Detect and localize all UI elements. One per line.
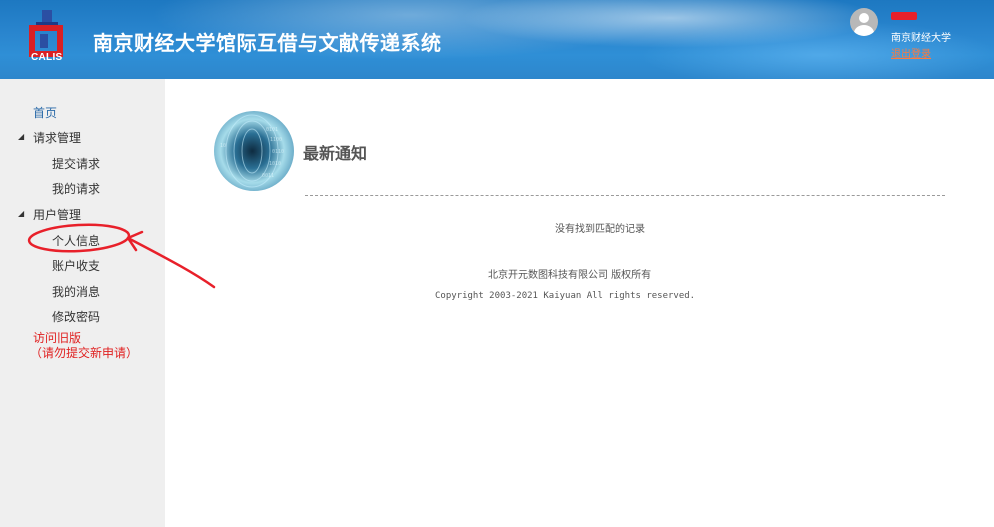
sidebar-item-my-messages[interactable]: 我的消息	[52, 283, 100, 300]
header-banner: CALIS 南京财经大学馆际互借与文献传递系统 南京财经大学 退出登录	[0, 0, 994, 79]
app-title: 南京财经大学馆际互借与文献传递系统	[93, 31, 442, 55]
svg-text:1010: 1010	[269, 161, 281, 167]
sidebar	[0, 79, 165, 527]
sidebar-item-account-balance[interactable]: 账户收支	[52, 257, 100, 274]
sidebar-section-request-management[interactable]: 请求管理	[33, 129, 81, 146]
logout-link[interactable]: 退出登录	[891, 45, 931, 60]
footer-company: 北京开元数图科技有限公司 版权所有	[488, 270, 652, 281]
sidebar-item-my-requests[interactable]: 我的请求	[52, 180, 100, 197]
notice-title: 最新通知	[303, 144, 368, 163]
svg-text:1100: 1100	[270, 137, 282, 143]
sidebar-item-change-password[interactable]: 修改密码	[52, 308, 100, 325]
svg-text:0110: 0110	[272, 149, 284, 155]
user-organization: 南京财经大学	[891, 33, 951, 44]
sidebar-item-personal-info[interactable]: 个人信息	[52, 232, 100, 249]
expanded-triangle-icon[interactable]: ◢	[18, 209, 24, 218]
username-redacted	[891, 12, 917, 20]
svg-text:0101: 0101	[266, 127, 278, 133]
notice-image: 0101 1100 0110 1010 0011 10	[214, 111, 294, 191]
svg-text:0011: 0011	[262, 173, 274, 179]
user-avatar-icon[interactable]	[850, 8, 878, 36]
old-version-note: （请勿提交新申请）	[30, 346, 139, 360]
logo-text: CALIS	[31, 52, 63, 63]
sidebar-section-user-management[interactable]: 用户管理	[33, 206, 81, 223]
footer-copyright: Copyright 2003-2021 Kaiyuan All rights r…	[435, 291, 696, 301]
svg-text:10: 10	[220, 143, 226, 149]
sidebar-item-submit-request[interactable]: 提交请求	[52, 155, 100, 172]
sidebar-item-home[interactable]: 首页	[33, 104, 57, 121]
divider	[305, 195, 945, 196]
empty-records-message: 没有找到匹配的记录	[555, 224, 645, 235]
expanded-triangle-icon[interactable]: ◢	[18, 132, 24, 141]
